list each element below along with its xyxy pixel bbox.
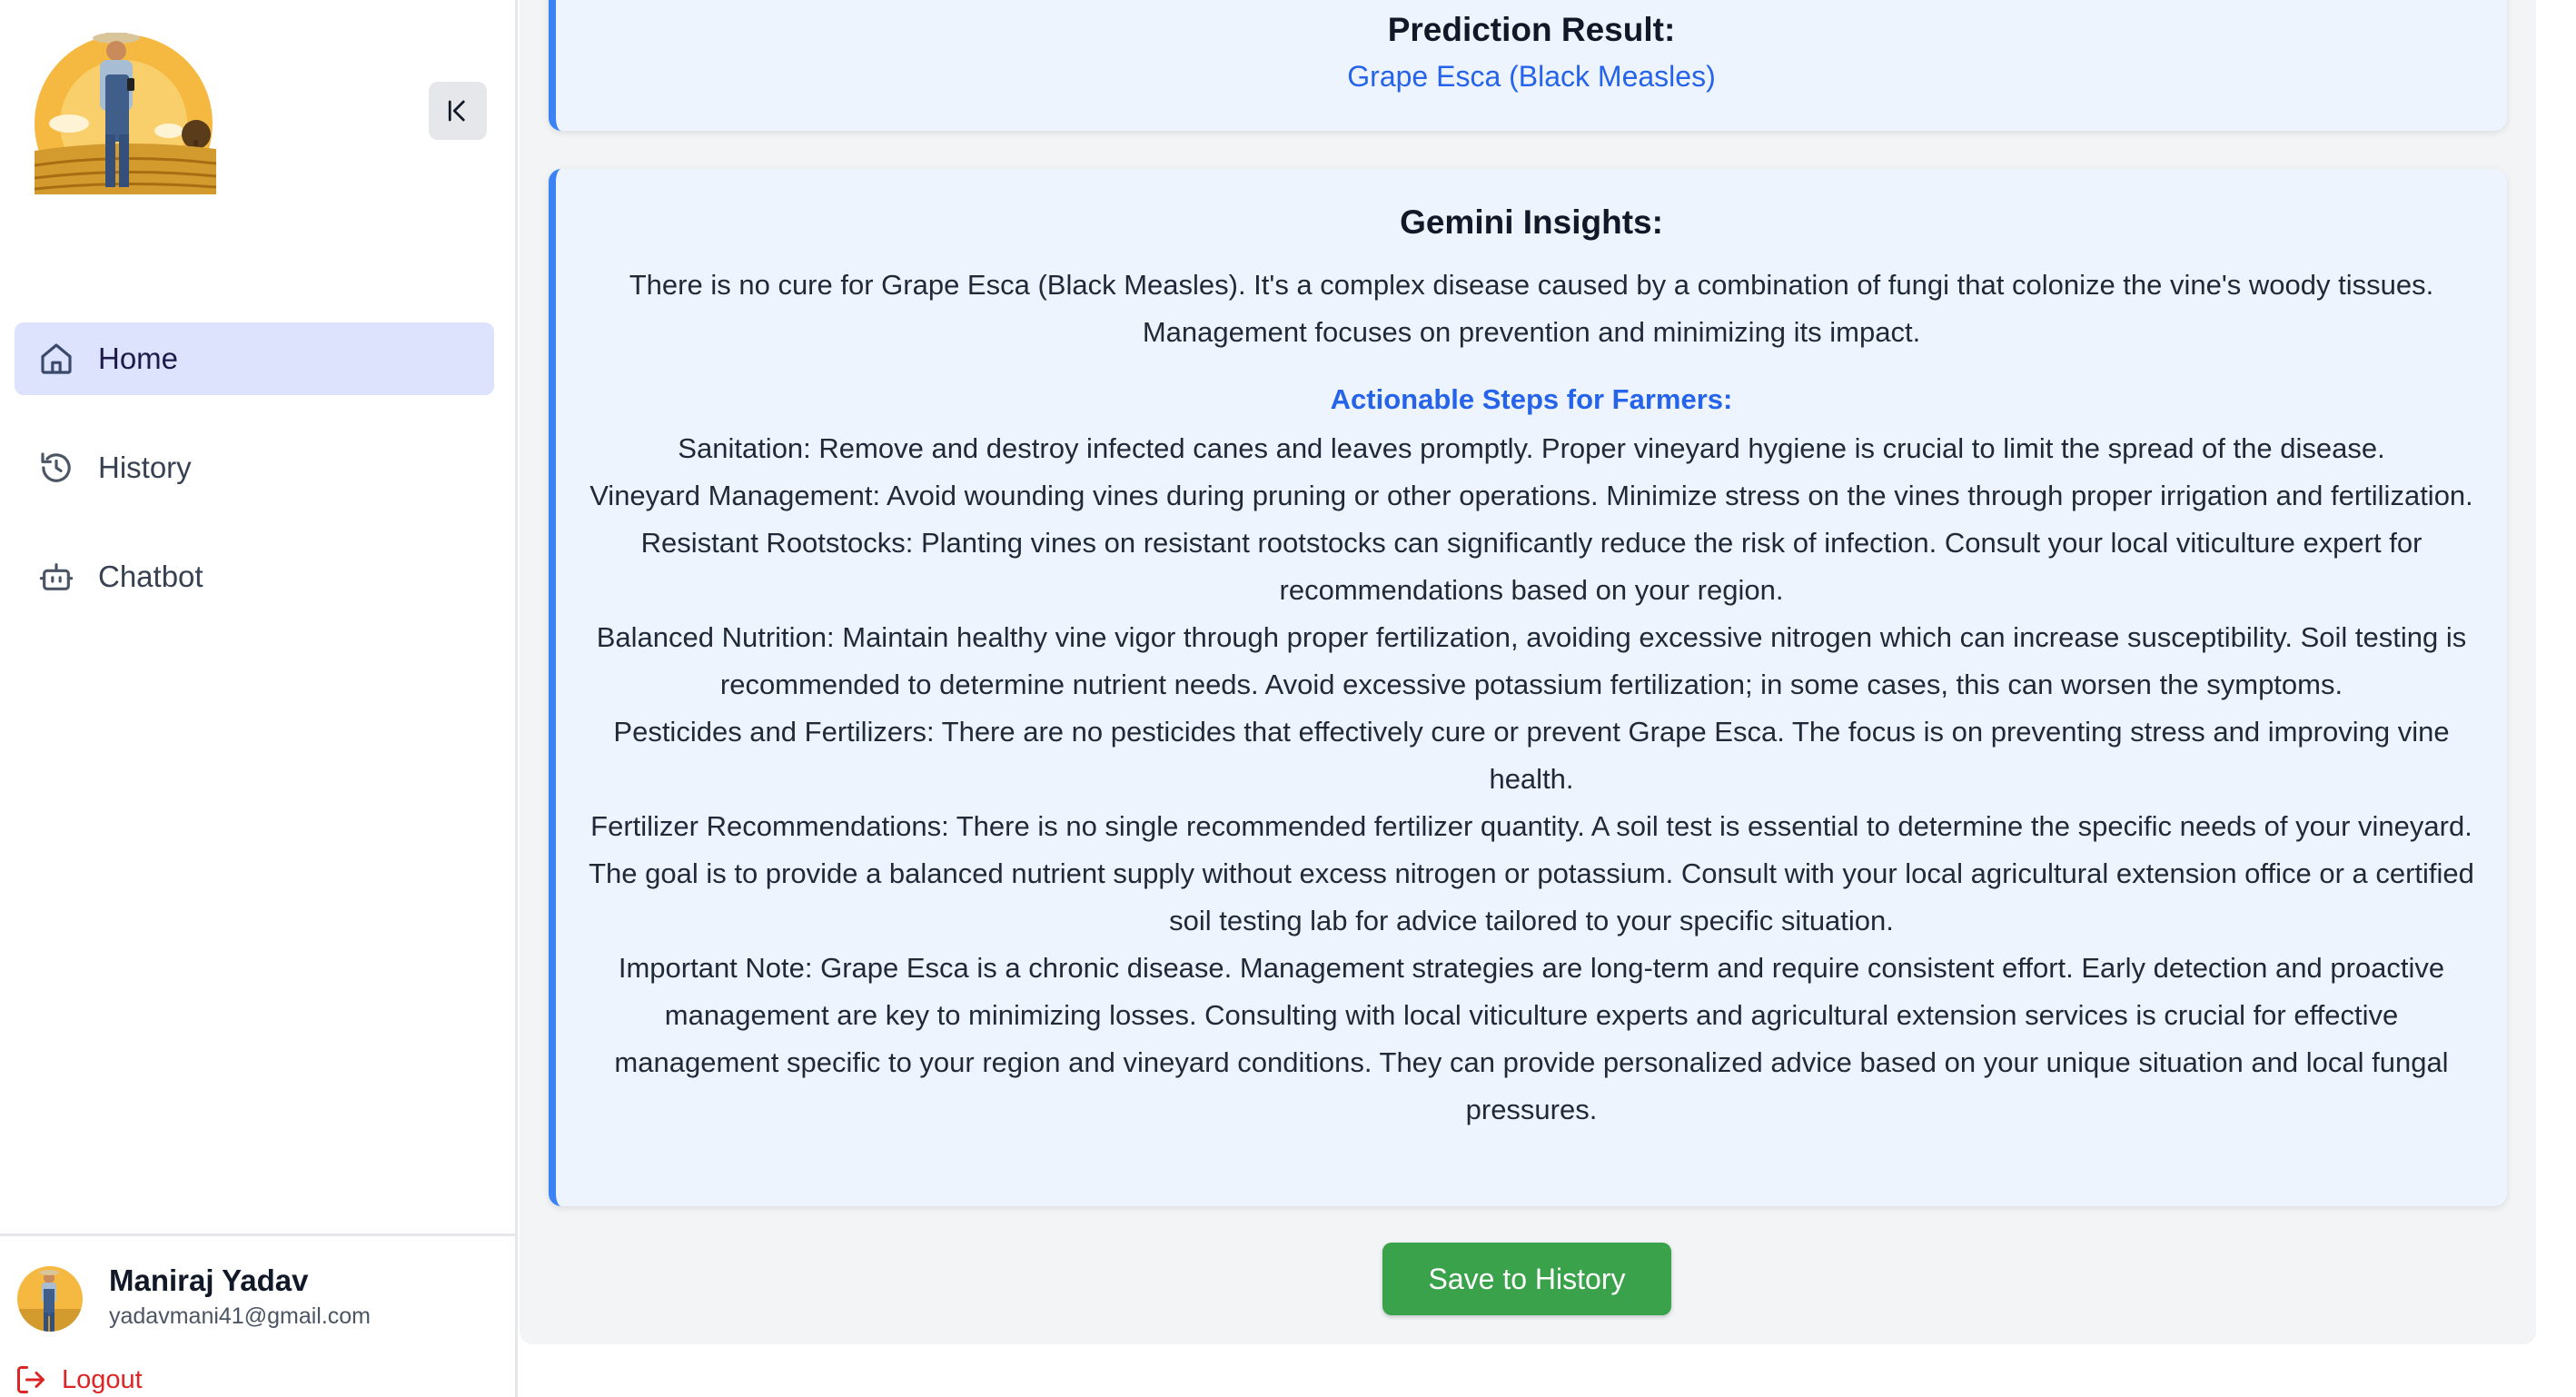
sidebar-item-label: Chatbot xyxy=(98,560,203,593)
chatbot-icon xyxy=(38,559,74,595)
steps-list: Sanitation: Remove and destroy infected … xyxy=(583,425,2480,1134)
sidebar-item-home[interactable]: Home xyxy=(15,322,494,395)
prediction-result: Grape Esca (Black Measles) xyxy=(1347,60,1716,93)
sidebar-item-label: History xyxy=(98,451,192,484)
insights-title: Gemini Insights: xyxy=(1400,203,1663,241)
sidebar-item-label: Home xyxy=(98,342,179,375)
user-email: yadavmani41@gmail.com xyxy=(109,1303,372,1329)
logout-label: Logout xyxy=(62,1364,143,1394)
steps-heading: Actionable Steps for Farmers: xyxy=(1330,383,1733,415)
list-item: Resistant Rootstocks: Planting vines on … xyxy=(640,527,2422,606)
user-panel: Maniraj Yadav yadavmani41@gmail.com Logo… xyxy=(0,1234,515,1397)
page-gutter xyxy=(2536,0,2576,465)
list-item: Sanitation: Remove and destroy infected … xyxy=(678,432,2385,464)
insights-intro: There is no cure for Grape Esca (Black M… xyxy=(629,269,2434,348)
user-name: Maniraj Yadav xyxy=(109,1263,309,1297)
list-item: Vineyard Management: Avoid wounding vine… xyxy=(590,480,2473,511)
insights-card: Gemini Insights: There is no cure for Gr… xyxy=(549,169,2507,1206)
logout-icon xyxy=(15,1363,47,1396)
list-item: Fertilizer Recommendations: There is no … xyxy=(589,810,2474,936)
history-icon xyxy=(38,450,74,486)
sidebar: Home History Chatbot Maniraj Yadav yadav… xyxy=(0,0,518,1397)
farmer-logo xyxy=(33,33,218,194)
sidebar-item-chatbot[interactable]: Chatbot xyxy=(15,540,494,613)
logout-button[interactable]: Logout xyxy=(15,1363,143,1396)
list-item: Pesticides and Fertilizers: There are no… xyxy=(613,716,2450,795)
collapse-left-icon xyxy=(444,97,471,124)
list-item: Important Note: Grape Esca is a chronic … xyxy=(614,952,2449,1125)
collapse-sidebar-button[interactable] xyxy=(429,82,487,140)
home-icon xyxy=(38,341,74,377)
sidebar-nav: Home History Chatbot xyxy=(15,322,494,649)
prediction-title: Prediction Result: xyxy=(1387,11,1676,48)
save-to-history-button[interactable]: Save to History xyxy=(1382,1243,1671,1315)
avatar[interactable] xyxy=(16,1265,84,1333)
sidebar-item-history[interactable]: History xyxy=(15,431,494,504)
prediction-card: Prediction Result: Grape Esca (Black Mea… xyxy=(549,0,2507,131)
list-item: Balanced Nutrition: Maintain healthy vin… xyxy=(596,621,2467,700)
